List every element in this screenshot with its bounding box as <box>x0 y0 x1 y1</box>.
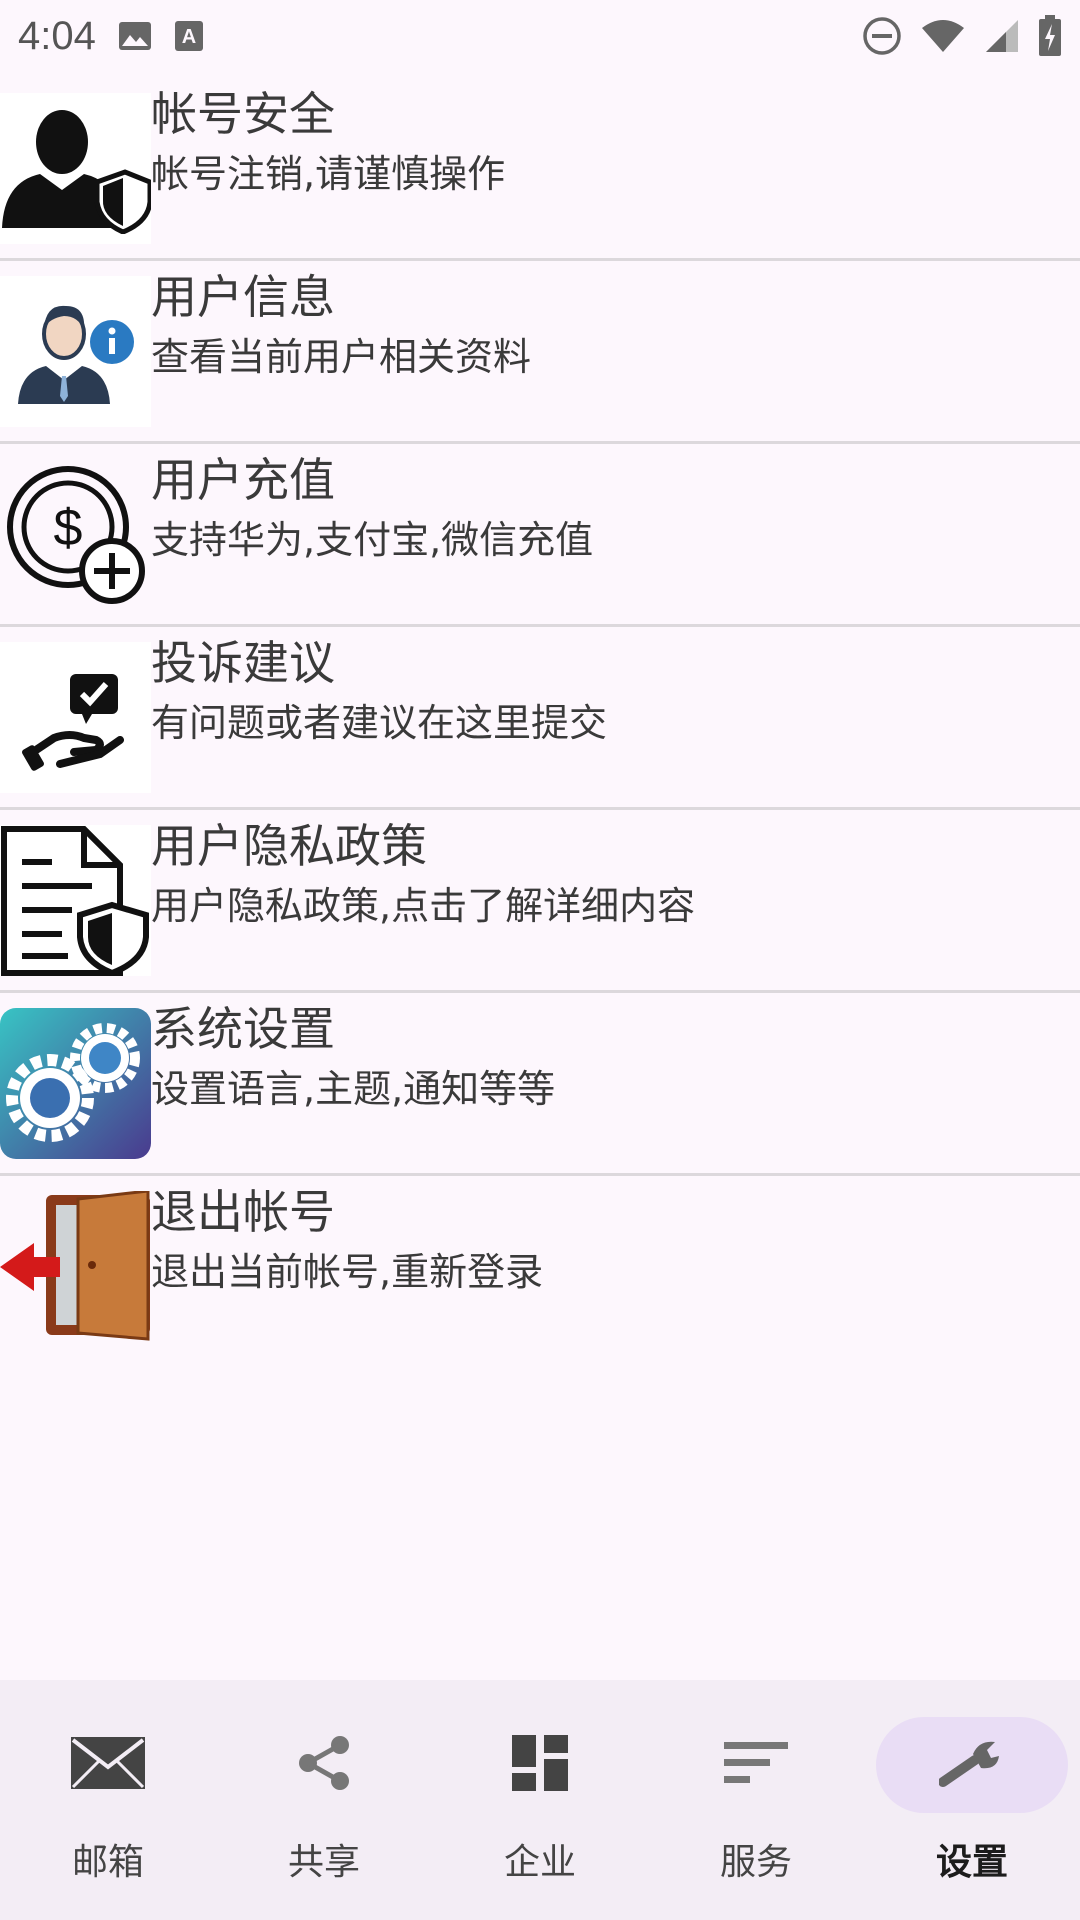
item-subtitle: 设置语言,主题,通知等等 <box>151 1067 556 1111</box>
item-title: 退出帐号 <box>151 1185 335 1239</box>
account-security-icon <box>0 93 151 244</box>
status-time: 4:04 <box>18 13 96 58</box>
svg-text:$: $ <box>54 499 83 557</box>
status-bar: 4:04 A <box>0 0 1080 72</box>
nav-pill <box>660 1717 852 1813</box>
feedback-icon <box>0 642 151 793</box>
nav-label: 共享 <box>287 1842 360 1883</box>
settings-item-logout[interactable]: 退出帐号 退出当前帐号,重新登录 <box>0 1176 1080 1359</box>
item-title: 系统设置 <box>151 1002 335 1056</box>
keyboard-a-icon: A <box>174 20 204 52</box>
settings-item-user-info[interactable]: 用户信息 查看当前用户相关资料 <box>0 261 1080 444</box>
share-icon <box>296 1735 352 1795</box>
user-info-icon <box>0 276 151 427</box>
battery-charging-icon <box>1038 15 1062 57</box>
wrench-icon <box>938 1738 1005 1792</box>
nav-item-services[interactable]: 服务 <box>648 1680 864 1920</box>
item-subtitle: 查看当前用户相关资料 <box>151 335 532 379</box>
nav-label: 邮箱 <box>71 1842 144 1883</box>
settings-item-system-settings[interactable]: 系统设置 设置语言,主题,通知等等 <box>0 993 1080 1176</box>
settings-list: 帐号安全 帐号注销,请谨慎操作 用户信息 查看当前用户相关资料 $ 用户充值 支… <box>0 78 1080 1359</box>
nav-label: 设置 <box>935 1842 1008 1883</box>
item-title: 用户隐私政策 <box>151 819 427 873</box>
settings-item-account-security[interactable]: 帐号安全 帐号注销,请谨慎操作 <box>0 78 1080 261</box>
nav-pill-active <box>876 1717 1068 1813</box>
item-title: 投诉建议 <box>151 636 335 690</box>
settings-screen: 4:04 A 帐号安全 帐号注销,请谨慎操作 用户信息 查看当前用户相关资料 $… <box>0 0 1080 1920</box>
signal-icon <box>984 18 1020 54</box>
item-subtitle: 退出当前帐号,重新登录 <box>151 1250 544 1294</box>
item-title: 用户信息 <box>151 270 335 324</box>
item-subtitle: 有问题或者建议在这里提交 <box>151 701 608 745</box>
item-subtitle: 帐号注销,请谨慎操作 <box>151 152 506 196</box>
nav-pill <box>12 1717 204 1813</box>
mail-icon <box>71 1737 145 1793</box>
bottom-navigation: 邮箱 共享 企业 服务 设置 <box>0 1680 1080 1920</box>
dashboard-icon <box>512 1735 568 1795</box>
nav-item-mail[interactable]: 邮箱 <box>0 1680 216 1920</box>
system-settings-icon <box>0 1008 151 1159</box>
privacy-policy-icon <box>0 825 151 976</box>
nav-item-settings[interactable]: 设置 <box>864 1680 1080 1920</box>
sort-icon <box>724 1742 788 1788</box>
do-not-disturb-icon <box>862 16 902 56</box>
wifi-icon <box>920 18 966 54</box>
item-title: 用户充值 <box>151 453 335 507</box>
nav-label: 服务 <box>719 1842 792 1883</box>
item-subtitle: 用户隐私政策,点击了解详细内容 <box>151 884 696 928</box>
nav-item-enterprise[interactable]: 企业 <box>432 1680 648 1920</box>
settings-item-recharge[interactable]: $ 用户充值 支持华为,支付宝,微信充值 <box>0 444 1080 627</box>
item-title: 帐号安全 <box>151 87 335 141</box>
svg-text:A: A <box>182 26 196 48</box>
settings-item-privacy-policy[interactable]: 用户隐私政策 用户隐私政策,点击了解详细内容 <box>0 810 1080 993</box>
nav-pill <box>228 1717 420 1813</box>
image-icon <box>118 21 152 51</box>
recharge-icon: $ <box>0 459 151 610</box>
logout-icon <box>0 1191 151 1342</box>
item-subtitle: 支持华为,支付宝,微信充值 <box>151 518 594 562</box>
nav-pill <box>444 1717 636 1813</box>
nav-item-share[interactable]: 共享 <box>216 1680 432 1920</box>
settings-item-feedback[interactable]: 投诉建议 有问题或者建议在这里提交 <box>0 627 1080 810</box>
nav-label: 企业 <box>503 1842 576 1883</box>
